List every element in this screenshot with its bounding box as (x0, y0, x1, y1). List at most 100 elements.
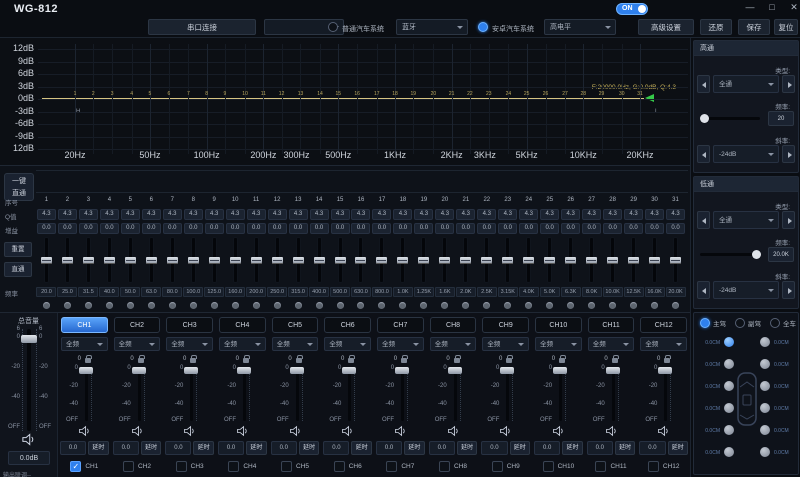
band-bypass-dot[interactable] (504, 302, 511, 309)
channel-tab[interactable]: CH2 (114, 317, 161, 333)
band-number[interactable]: 24 (506, 91, 512, 97)
band-slider-knob[interactable] (502, 257, 513, 264)
prev-arrow-button[interactable] (697, 211, 710, 229)
channel-fader-track[interactable] (138, 367, 141, 421)
band-gain-value[interactable]: 0.0 (142, 223, 161, 234)
channel-fader-track[interactable] (243, 367, 246, 421)
channel-type-dropdown[interactable]: 全频 (166, 337, 213, 351)
channel-link-checkbox[interactable] (543, 461, 554, 472)
prev-arrow-button[interactable] (697, 75, 710, 93)
band-slider-knob[interactable] (104, 257, 115, 264)
save-button[interactable]: 保存 (738, 19, 770, 35)
band-q-value[interactable]: 4.3 (540, 209, 559, 220)
channel-type-dropdown[interactable]: 全频 (588, 337, 635, 351)
speaker-dot[interactable] (724, 425, 734, 435)
band-q-value[interactable]: 4.3 (498, 209, 517, 220)
band-slider-knob[interactable] (418, 257, 429, 264)
band-bypass-dot[interactable] (441, 302, 448, 309)
lock-icon[interactable] (190, 358, 196, 363)
band-number[interactable]: 27 (562, 91, 568, 97)
band-q-value[interactable]: 4.3 (456, 209, 475, 220)
band-bypass-dot[interactable] (295, 302, 302, 309)
eq-bypass-button[interactable]: 直通 (4, 262, 32, 277)
speaker-icon[interactable] (605, 425, 618, 437)
speaker-icon[interactable] (21, 433, 36, 446)
band-gain-slider[interactable] (170, 237, 175, 283)
channel-fader-knob[interactable] (658, 367, 672, 374)
band-gain-slider[interactable] (463, 237, 468, 283)
speaker-icon[interactable] (657, 425, 670, 437)
channel-fader-knob[interactable] (395, 367, 409, 374)
band-gain-slider[interactable] (317, 237, 322, 283)
channel-gain-value[interactable]: 0.0 (639, 441, 665, 455)
band-number[interactable]: 21 (449, 91, 455, 97)
mode-b-dropdown[interactable]: 高电平 (544, 19, 616, 35)
channel-delay-button[interactable]: 延时 (246, 441, 267, 455)
band-q-value[interactable]: 4.3 (289, 209, 308, 220)
channel-tab[interactable]: CH3 (166, 317, 213, 333)
channel-fader-track[interactable] (664, 367, 667, 421)
channel-gain-value[interactable]: 0.0 (376, 441, 402, 455)
band-gain-slider[interactable] (589, 237, 594, 283)
band-q-value[interactable]: 4.3 (121, 209, 140, 220)
channel-fader-knob[interactable] (606, 367, 620, 374)
band-number[interactable]: 13 (298, 91, 304, 97)
band-bypass-dot[interactable] (106, 302, 113, 309)
band-bypass-dot[interactable] (232, 302, 239, 309)
band-gain-value[interactable]: 0.0 (645, 223, 664, 234)
band-bypass-dot[interactable] (337, 302, 344, 309)
band-gain-value[interactable]: 0.0 (79, 223, 98, 234)
channel-link-checkbox[interactable] (176, 461, 187, 472)
band-number[interactable]: 4 (130, 91, 133, 97)
restore-button[interactable]: 还原 (700, 19, 732, 35)
band-number[interactable]: 18 (392, 91, 398, 97)
band-bypass-dot[interactable] (43, 302, 50, 309)
band-gain-value[interactable]: 0.0 (100, 223, 119, 234)
channel-delay-button[interactable]: 延时 (510, 441, 531, 455)
band-q-value[interactable]: 4.3 (163, 209, 182, 220)
band-number[interactable]: 20 (431, 91, 437, 97)
band-gain-slider[interactable] (212, 237, 217, 283)
lock-icon[interactable] (454, 358, 460, 363)
band-bypass-dot[interactable] (274, 302, 281, 309)
band-q-value[interactable]: 4.3 (247, 209, 266, 220)
band-gain-value[interactable]: 0.0 (268, 223, 287, 234)
band-slider-knob[interactable] (230, 257, 241, 264)
band-gain-value[interactable]: 0.0 (456, 223, 475, 234)
hpf-freq-slider-knob[interactable] (700, 114, 709, 123)
band-number[interactable]: 9 (224, 91, 227, 97)
lock-icon[interactable] (296, 358, 302, 363)
band-bypass-dot[interactable] (462, 302, 469, 309)
channel-type-dropdown[interactable]: 全频 (482, 337, 529, 351)
band-gain-slider[interactable] (275, 237, 280, 283)
band-bypass-dot[interactable] (525, 302, 532, 309)
band-gain-slider[interactable] (547, 237, 552, 283)
band-number[interactable]: 7 (187, 91, 190, 97)
band-gain-value[interactable]: 0.0 (519, 223, 538, 234)
channel-type-dropdown[interactable]: 全频 (272, 337, 319, 351)
channel-type-dropdown[interactable]: 全频 (377, 337, 424, 351)
speaker-dot[interactable] (760, 337, 770, 347)
close-button[interactable]: ✕ (786, 1, 800, 14)
speaker-icon[interactable] (499, 425, 512, 437)
band-slider-knob[interactable] (481, 257, 492, 264)
band-bypass-dot[interactable] (316, 302, 323, 309)
band-gain-slider[interactable] (191, 237, 196, 283)
band-q-value[interactable]: 4.3 (561, 209, 580, 220)
speaker-dot[interactable] (724, 359, 734, 369)
channel-fader-knob[interactable] (132, 367, 146, 374)
channel-delay-button[interactable]: 延时 (299, 441, 320, 455)
channel-type-dropdown[interactable]: 全频 (324, 337, 371, 351)
band-bypass-dot[interactable] (483, 302, 490, 309)
band-q-value[interactable]: 4.3 (666, 209, 685, 220)
channel-fader-track[interactable] (401, 367, 404, 421)
channel-tab[interactable]: CH10 (535, 317, 582, 333)
band-gain-slider[interactable] (400, 237, 405, 283)
band-gain-slider[interactable] (86, 237, 91, 283)
band-bypass-dot[interactable] (399, 302, 406, 309)
band-number[interactable]: 30 (619, 91, 625, 97)
band-number[interactable]: 16 (354, 91, 360, 97)
channel-delay-button[interactable]: 延时 (615, 441, 636, 455)
band-bypass-dot[interactable] (253, 302, 260, 309)
channel-tab[interactable]: CH8 (430, 317, 477, 333)
